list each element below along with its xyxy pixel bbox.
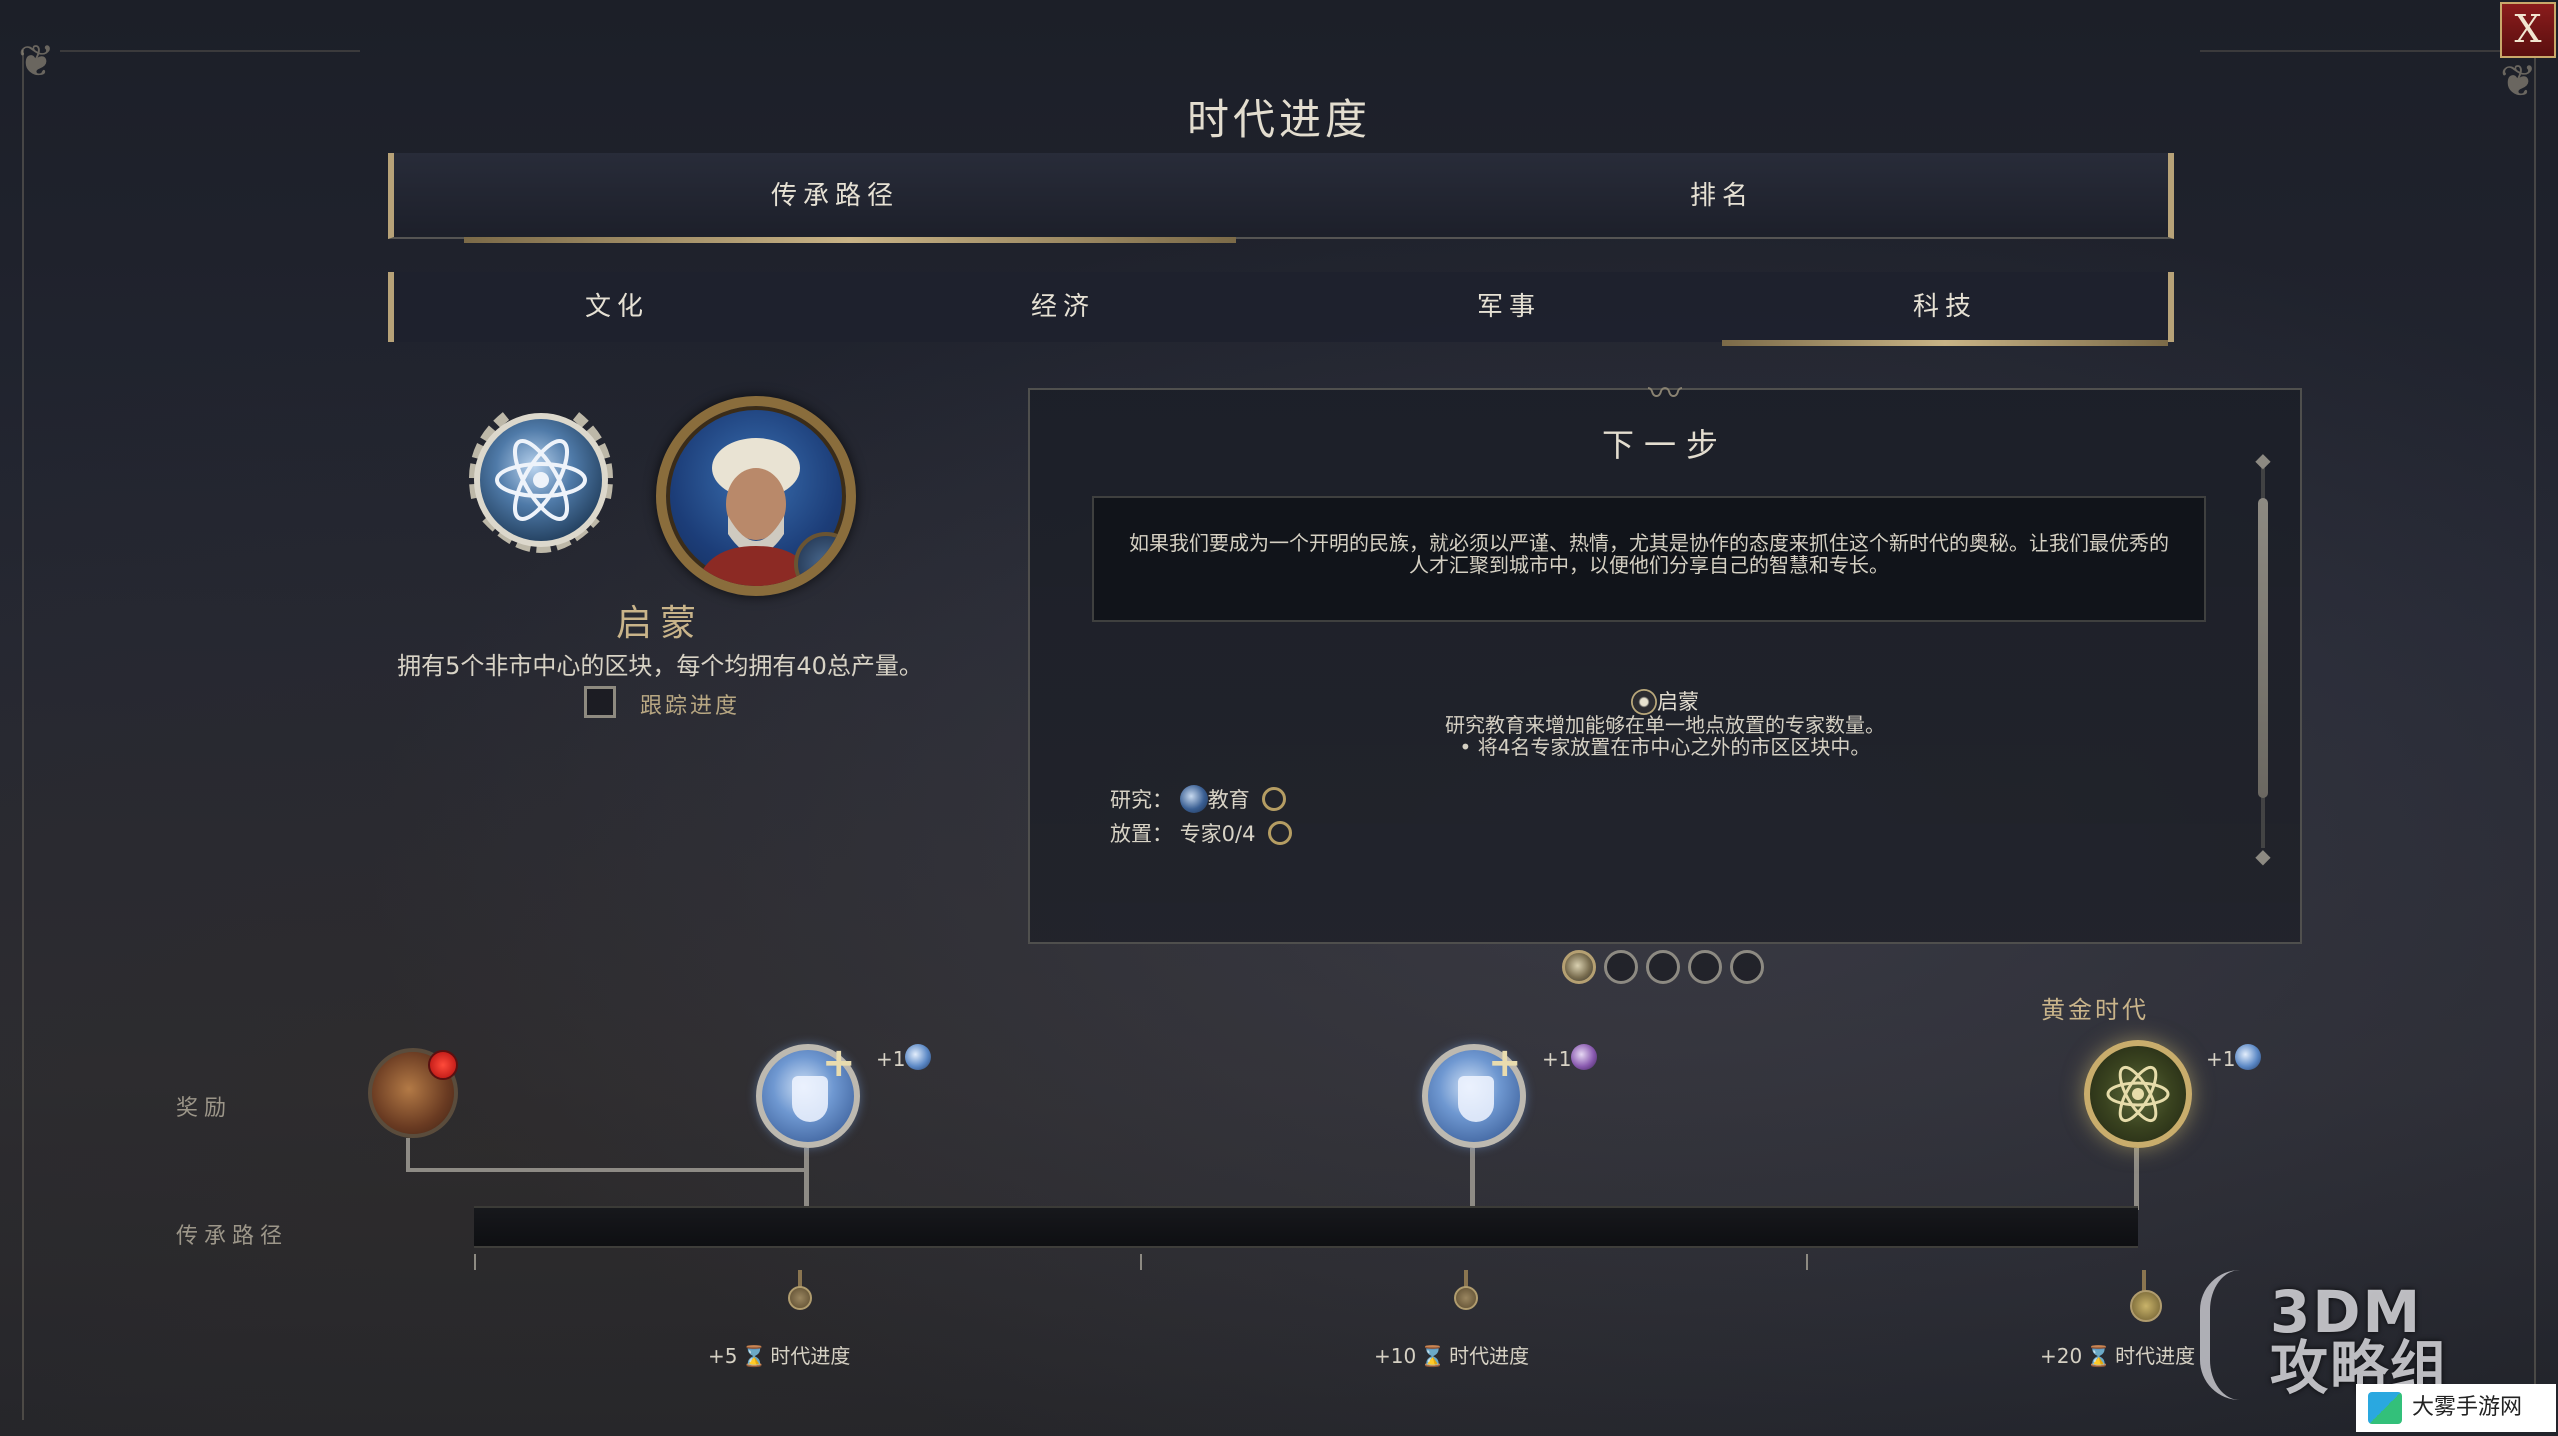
secondary-tab-bar: 文化 经济 军事 科技	[388, 272, 2174, 346]
tab-culture[interactable]: 文化	[394, 272, 840, 342]
corner-ornament-left: ❦	[18, 36, 55, 87]
timeline-tick	[1806, 1254, 1808, 1270]
tab-ranking[interactable]: 排名	[1276, 153, 2168, 239]
education-tech-icon	[1179, 785, 1208, 813]
plus-icon: +	[822, 1040, 856, 1086]
incomplete-ring-icon	[1268, 821, 1293, 845]
start-reward-icon[interactable]	[368, 1048, 458, 1138]
watermark-corner: 大雾手游网	[2356, 1384, 2556, 1432]
pager-dot-1[interactable]	[1562, 950, 1596, 984]
legacy-progress-bar	[474, 1206, 2138, 1248]
milestone-knob-icon	[788, 1286, 812, 1310]
reward-node-2[interactable]: +	[1422, 1040, 1526, 1148]
pager-dot-2[interactable]	[1604, 950, 1638, 984]
reward-badge-2: +1	[1542, 1044, 1598, 1071]
reward-badge-text: +1	[876, 1047, 906, 1071]
frame-top-line-left	[60, 50, 360, 52]
connector-start-v	[406, 1138, 410, 1172]
connector-start-h	[406, 1168, 808, 1172]
science-mini-icon	[2235, 1044, 2262, 1070]
objective-description: 研究教育来增加能够在单一地点放置的专家数量。 • 将4名专家放置在市中心之外的市…	[1030, 714, 2300, 758]
tab-military[interactable]: 军事	[1286, 272, 1732, 342]
objective-desc-line-2: • 将4名专家放置在市中心之外的市区区块中。	[1459, 735, 1871, 759]
site-logo-icon	[2368, 1392, 2402, 1424]
requirement-value[interactable]: 教育	[1208, 788, 1250, 812]
connector-reward-2	[1470, 1148, 1475, 1210]
panel-scrollbar[interactable]: ◆ ◆	[2255, 448, 2270, 868]
track-progress-label[interactable]: 跟踪进度	[640, 688, 740, 720]
objective-desc-line-1: 研究教育来增加能够在单一地点放置的专家数量。	[1445, 713, 1885, 737]
frame-top-line-right	[2200, 50, 2500, 52]
requirement-label: 研究：	[1110, 788, 1173, 812]
milestone-label-2: +10 ⌛ 时代进度	[1374, 1340, 1529, 1369]
milestone-knob-icon	[1454, 1286, 1478, 1310]
track-progress-checkbox[interactable]	[584, 686, 616, 718]
hourglass-icon: ⌛	[1420, 1344, 1446, 1368]
reward-badge-text: +1	[2206, 1047, 2236, 1071]
timeline-tick	[474, 1254, 476, 1270]
quote-text: 如果我们要成为一个开明的民族，就必须以严谨、热情，尤其是协作的态度来抓住这个新时…	[1129, 531, 2169, 577]
scroll-down-icon[interactable]: ◆	[2252, 844, 2274, 868]
watermark-line-1: 3DM	[2270, 1278, 2423, 1346]
requirement-research: 研究： 教育	[1110, 784, 1287, 814]
pager-dot-5[interactable]	[1730, 950, 1764, 984]
pager-dot-4[interactable]	[1688, 950, 1722, 984]
pager-dot-3[interactable]	[1646, 950, 1680, 984]
timeline-tick	[1140, 1254, 1142, 1270]
milestone-amount: +5	[708, 1344, 738, 1368]
page-title: 时代进度	[1186, 95, 1371, 144]
reward-badge-text: +1	[1542, 1047, 1572, 1071]
hourglass-icon: ⌛	[741, 1344, 767, 1368]
legacy-item-name: 启蒙	[615, 603, 704, 644]
close-button[interactable]: X	[2500, 2, 2556, 58]
incomplete-ring-icon	[1262, 787, 1287, 811]
objective-title-text: 启蒙	[1657, 690, 1699, 714]
row-label-rewards: 奖励	[176, 1096, 233, 1121]
golden-age-label: 黄金时代	[2041, 996, 2149, 1024]
watermark-corner-text: 大雾手游网	[2412, 1395, 2523, 1420]
plus-icon: +	[1488, 1040, 1522, 1086]
reward-badge-1: +1	[876, 1044, 932, 1071]
primary-tab-bar: 传承路径 排名	[388, 153, 2174, 243]
reward-badge-3: +1	[2206, 1044, 2262, 1071]
milestone-text: 时代进度	[770, 1344, 851, 1368]
notification-dot-icon	[428, 1050, 458, 1080]
milestone-amount: +10	[1374, 1344, 1417, 1368]
enlightenment-icon	[1631, 689, 1657, 715]
tab-science[interactable]: 科技	[1722, 272, 2168, 346]
advisor-portrait	[656, 396, 856, 596]
watermark-text: 3DM 攻略组	[2270, 1278, 2450, 1397]
objective-title: 启蒙	[1030, 686, 2300, 716]
milestone-label-1: +5 ⌛ 时代进度	[708, 1340, 850, 1369]
reward-node-1[interactable]: +	[756, 1040, 860, 1148]
golden-age-node[interactable]	[2084, 1040, 2192, 1148]
connector-reward-1	[804, 1148, 809, 1210]
watermark-swoosh-icon	[2200, 1270, 2260, 1400]
atom-laurel-icon	[446, 388, 636, 578]
tab-economy[interactable]: 经济	[840, 272, 1286, 342]
next-step-title: 下一步	[1601, 426, 1728, 464]
tab-legacy-path[interactable]: 传承路径	[394, 153, 1276, 243]
culture-mini-icon	[1571, 1044, 1598, 1070]
connector-golden	[2134, 1148, 2139, 1210]
atom-golden-icon	[2106, 1065, 2170, 1123]
legacy-item-description: 拥有5个非市中心的区块，每个均拥有40总产量。	[397, 652, 923, 680]
milestone-text: 时代进度	[1449, 1344, 1530, 1368]
next-step-panel: 〰 下一步 如果我们要成为一个开明的民族，就必须以严谨、热情，尤其是协作的态度来…	[1028, 374, 2302, 944]
science-mini-icon	[905, 1044, 932, 1070]
requirement-place: 放置： 专家0/4	[1110, 818, 1293, 848]
row-label-path: 传承路径	[176, 1224, 289, 1249]
scrollbar-thumb[interactable]	[2258, 498, 2268, 798]
requirement-label: 放置：	[1110, 822, 1173, 846]
quote-box: 如果我们要成为一个开明的民族，就必须以严谨、热情，尤其是协作的态度来抓住这个新时…	[1092, 496, 2206, 622]
requirement-value: 专家0/4	[1179, 822, 1256, 846]
panel-ornament: 〰	[1648, 374, 1682, 414]
